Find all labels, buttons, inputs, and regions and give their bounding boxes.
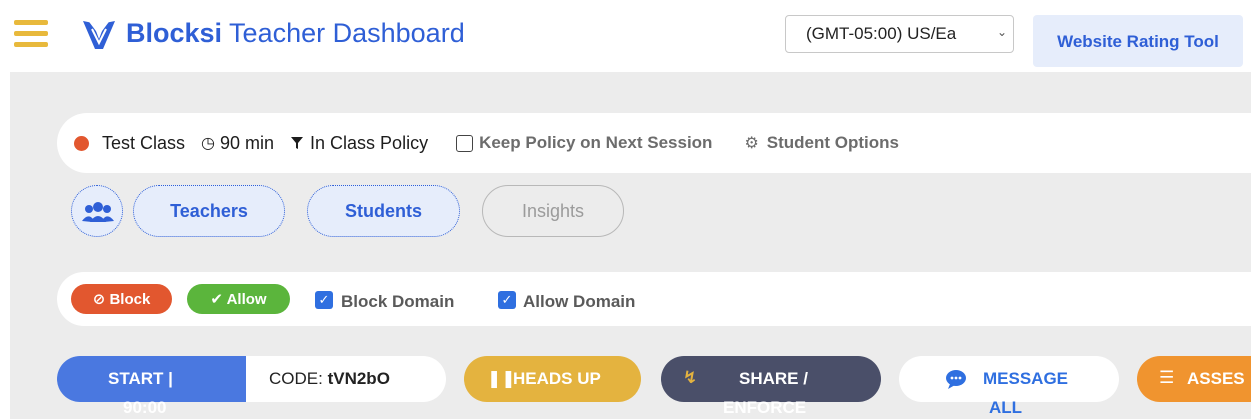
policy[interactable]: In Class Policy [290, 133, 428, 154]
tab-teachers[interactable]: Teachers [133, 185, 285, 237]
allow-domain-checkbox[interactable]: ✓ [498, 291, 516, 309]
allow-button[interactable]: ✔ Allow [187, 284, 290, 314]
group-users-button[interactable] [71, 185, 123, 237]
allow-domain-label: Allow Domain [523, 292, 636, 311]
top-bar: Blocksi Teacher Dashboard (GMT-05:00) US… [0, 0, 1251, 72]
block-domain-label: Block Domain [341, 292, 455, 311]
app-title: Blocksi Teacher Dashboard [126, 18, 465, 48]
tab-insights[interactable]: Insights [482, 185, 624, 237]
class-code: CODE: tVN2bO [269, 369, 390, 388]
session-status-dot [74, 135, 89, 151]
assess-button[interactable]: ☰ ASSES [1137, 356, 1251, 402]
gear-icon: ⚙ [744, 135, 759, 152]
website-rating-tool-button[interactable]: Website Rating Tool [1033, 15, 1243, 67]
student-options-button[interactable]: ⚙ Student Options [744, 133, 899, 153]
block-domain-checkbox[interactable]: ✓ [315, 291, 333, 309]
checkbox-icon [456, 134, 474, 152]
list-icon: ☰ [1159, 368, 1175, 387]
bolt-icon: ↯ [683, 368, 698, 387]
keep-policy-checkbox[interactable]: Keep Policy on Next Session [456, 133, 712, 153]
timezone-select[interactable]: (GMT-05:00) US/Ea ⌄ [785, 15, 1014, 53]
users-icon [82, 202, 114, 222]
chat-icon [946, 370, 966, 389]
start-button[interactable]: START | 90:00 [57, 356, 246, 417]
clock-icon: ◷ [201, 135, 215, 152]
filter-icon [291, 137, 304, 149]
class-session-row: Test Class ◷ 90 min In Class Policy Keep… [74, 130, 915, 156]
timezone-value: (GMT-05:00) US/Ea [806, 24, 957, 43]
block-button[interactable]: ⊘ Block [71, 284, 172, 314]
class-name: Test Class [102, 132, 186, 153]
share-enforce-button[interactable]: ↯ SHARE / ENFORCE [661, 356, 881, 417]
ban-icon: ⊘ [92, 291, 106, 308]
hamburger-menu-icon[interactable] [14, 20, 48, 50]
chevron-down-icon: ⌄ [996, 25, 1007, 39]
blocksi-logo-icon [83, 20, 115, 49]
duration[interactable]: ◷ 90 min [201, 133, 274, 154]
start-session-group: START | 90:00 CODE: tVN2bO [57, 356, 446, 417]
check-icon: ✔ [210, 291, 223, 308]
message-all-button[interactable]: MESSAGE ALL [899, 356, 1119, 417]
heads-up-button[interactable]: ❚❚ HEADS UP [464, 356, 641, 402]
pause-icon: ❚❚ [487, 369, 516, 388]
tab-students[interactable]: Students [307, 185, 460, 237]
